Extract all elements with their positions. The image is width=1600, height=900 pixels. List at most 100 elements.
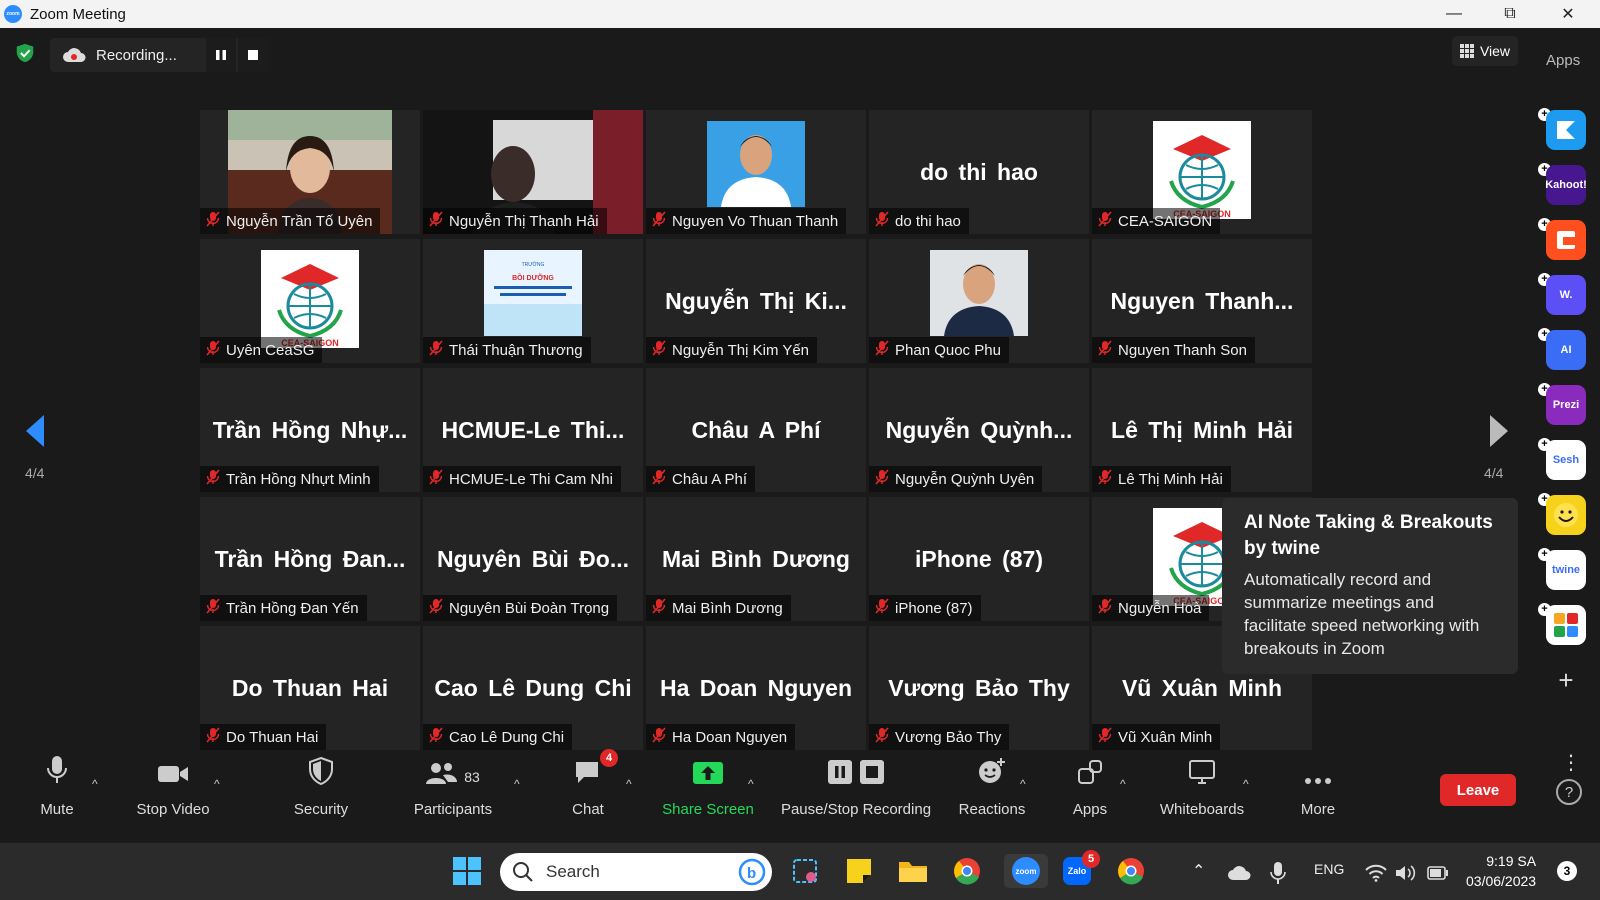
participant-tile[interactable]: Ha Doan Nguyen Ha Doan Nguyen	[646, 626, 866, 750]
stop-video-button[interactable]: Stop Video	[132, 743, 214, 843]
chrome-icon[interactable]	[950, 854, 984, 888]
participant-tile[interactable]: Mai Bình Dương Mai Bình Dương	[646, 497, 866, 621]
reactions-button[interactable]: Reactions	[956, 743, 1028, 843]
participant-nametag: Nguyen Thanh Son	[1092, 337, 1255, 363]
arrow-app-icon[interactable]	[1546, 110, 1586, 150]
bing-icon: b	[738, 858, 766, 886]
participant-name: Nguyễn Trần Tố Uyên	[226, 212, 373, 230]
battery-icon[interactable]	[1426, 856, 1450, 890]
muted-microphone-icon	[875, 340, 895, 360]
restore-button[interactable]: ⧉	[1482, 0, 1538, 28]
stop-recording-button[interactable]	[238, 38, 268, 72]
square-app-icon[interactable]	[1546, 220, 1586, 260]
chrome-profile-icon[interactable]	[1114, 854, 1148, 888]
tray-microphone-icon[interactable]	[1268, 856, 1288, 890]
participant-tile[interactable]: Nguyên Bùi Đo... Nguyên Bùi Đoàn Trọng	[423, 497, 643, 621]
participant-tile[interactable]: Vương Bảo Thy Vương Bảo Thy	[869, 626, 1089, 750]
leave-button[interactable]: Leave	[1440, 774, 1516, 806]
participant-tile[interactable]: Châu A Phí Châu A Phí	[646, 368, 866, 492]
participant-name: Trần Hồng Đan Yến	[226, 599, 359, 617]
muted-microphone-icon	[1098, 469, 1118, 489]
close-button[interactable]: ✕	[1540, 0, 1596, 28]
participant-name: CEA-SAIGON	[1118, 212, 1213, 230]
participant-tile[interactable]: do thi hao do thi hao	[869, 110, 1089, 234]
apps-button[interactable]: Apps	[1070, 743, 1110, 843]
apps-options-caret[interactable]: ^	[1120, 777, 1126, 791]
search-placeholder: Search	[546, 862, 600, 881]
share-screen-button[interactable]: Share Screen	[660, 743, 756, 843]
windows-start-icon[interactable]	[450, 854, 484, 888]
pause-stop-recording-button[interactable]: Pause/Stop Recording	[778, 743, 934, 843]
participant-tile[interactable]: Nguyễn Thị Thanh Hải	[423, 110, 643, 234]
prezi-icon[interactable]: Prezi	[1546, 385, 1586, 425]
participant-tile[interactable]: Lê Thị Minh Hải Lê Thị Minh Hải	[1092, 368, 1312, 492]
muted-microphone-icon	[429, 469, 449, 489]
windows-taskbar: Search b zoom Zalo 5 ⌃ ENG 9:19 SA 03/06/…	[0, 843, 1600, 900]
file-explorer-icon[interactable]	[896, 854, 930, 888]
participant-tile[interactable]: Do Thuan Hai Do Thuan Hai	[200, 626, 420, 750]
participant-nametag: do thi hao	[869, 208, 969, 234]
view-button[interactable]: View	[1452, 36, 1518, 66]
zalo-icon[interactable]: Zalo 5	[1060, 850, 1100, 888]
ai-app-icon[interactable]: AI	[1546, 330, 1586, 370]
speaker-icon[interactable]	[1394, 856, 1418, 890]
language-indicator[interactable]: ENG	[1314, 861, 1344, 877]
participant-tile[interactable]: Nguyễn Trần Tố Uyên	[200, 110, 420, 234]
video-options-caret[interactable]: ^	[214, 777, 220, 791]
prev-page-icon[interactable]	[22, 413, 46, 449]
participants-count: 83	[464, 769, 480, 785]
sticky-notes-icon[interactable]	[842, 854, 876, 888]
help-icon[interactable]: ?	[1556, 779, 1582, 805]
participant-tile[interactable]: Trần Hồng Đan... Trần Hồng Đan Yến	[200, 497, 420, 621]
participant-tile[interactable]: Cao Lê Dung Chi Cao Lê Dung Chi	[423, 626, 643, 750]
w-app-icon[interactable]: W.	[1546, 275, 1586, 315]
participant-tile[interactable]: Phan Quoc Phu	[869, 239, 1089, 363]
participant-tile[interactable]: TRƯỜNG BỒI DƯỠNG Thái Thuận Thương	[423, 239, 643, 363]
more-button[interactable]: More	[1296, 743, 1340, 843]
onedrive-cloud-icon[interactable]	[1226, 856, 1254, 890]
meeting-area: Recording... View Apps 4/4 4/4 Nguyễn Tr…	[0, 28, 1600, 843]
muted-microphone-icon	[652, 211, 672, 231]
twine-icon[interactable]: twine	[1546, 550, 1586, 590]
kahoot-icon[interactable]: Kahoot!	[1545, 165, 1587, 205]
security-button[interactable]: Security	[290, 743, 352, 843]
minimize-button[interactable]: —	[1426, 0, 1482, 28]
participant-tile[interactable]: Trần Hồng Nhự... Trần Hồng Nhựt Minh	[200, 368, 420, 492]
tooltip-description: Automatically record and summarize meeti…	[1244, 570, 1480, 658]
blocks-app-icon[interactable]	[1546, 605, 1586, 645]
wifi-icon[interactable]	[1364, 856, 1388, 890]
whiteboards-options-caret[interactable]: ^	[1243, 777, 1249, 791]
zoom-taskbar-icon[interactable]: zoom	[1004, 854, 1048, 888]
security-shield-icon[interactable]	[14, 42, 36, 64]
participant-tile[interactable]: CEA-SAIGONCEA-SAIGON	[1092, 110, 1312, 234]
taskbar-search[interactable]: Search b	[500, 853, 772, 891]
participants-options-caret[interactable]: ^	[514, 777, 520, 791]
share-options-caret[interactable]: ^	[748, 777, 754, 791]
participant-tile[interactable]: CEA-SAIGONUyên CeaSG	[200, 239, 420, 363]
audio-options-caret[interactable]: ^	[92, 777, 98, 791]
participant-tile[interactable]: Nguyễn Quỳnh... Nguyễn Quỳnh Uyên	[869, 368, 1089, 492]
chat-options-caret[interactable]: ^	[626, 777, 632, 791]
taskbar-clock[interactable]: 9:19 SA 03/06/2023	[1466, 851, 1536, 891]
muted-microphone-icon	[875, 469, 895, 489]
add-apps-icon[interactable]: +	[1546, 660, 1586, 700]
pause-recording-button[interactable]	[206, 38, 236, 72]
next-page-icon[interactable]	[1488, 413, 1512, 449]
mute-button[interactable]: Mute	[34, 743, 80, 843]
notification-badge[interactable]: 3	[1557, 861, 1577, 881]
whiteboards-button[interactable]: Whiteboards	[1156, 743, 1248, 843]
participant-tile[interactable]: Nguyễn Thị Ki... Nguyễn Thị Kim Yến	[646, 239, 866, 363]
participant-tile[interactable]: Nguyen Thanh... Nguyen Thanh Son	[1092, 239, 1312, 363]
snipping-tool-icon[interactable]	[788, 854, 822, 888]
emoji-app-icon[interactable]	[1546, 495, 1586, 535]
reactions-options-caret[interactable]: ^	[1020, 777, 1026, 791]
chat-button[interactable]: 4 Chat	[566, 743, 618, 843]
participants-button[interactable]: 83 Participants	[410, 743, 496, 843]
tray-overflow-chevron-icon[interactable]: ⌃	[1192, 861, 1205, 881]
participant-name: Thái Thuận Thương	[449, 341, 583, 359]
sesh-icon[interactable]: Sesh	[1546, 440, 1586, 480]
participant-tile[interactable]: Nguyen Vo Thuan Thanh	[646, 110, 866, 234]
muted-microphone-icon	[1098, 340, 1118, 360]
participant-tile[interactable]: HCMUE-Le Thi... HCMUE-Le Thi Cam Nhi	[423, 368, 643, 492]
participant-tile[interactable]: iPhone (87) iPhone (87)	[869, 497, 1089, 621]
